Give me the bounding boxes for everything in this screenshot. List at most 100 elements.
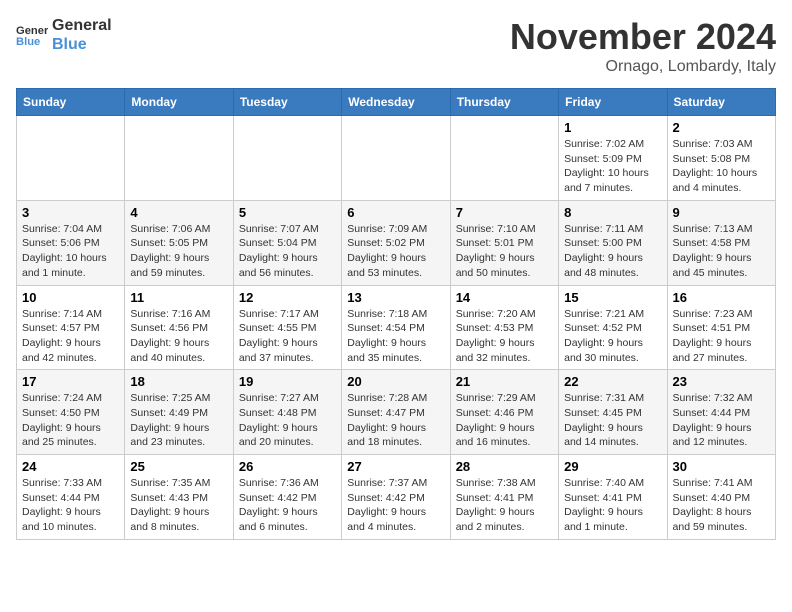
logo: General Blue General Blue	[16, 16, 112, 54]
weekday-header: Saturday	[667, 89, 775, 116]
day-number: 5	[239, 205, 336, 220]
day-number: 8	[564, 205, 661, 220]
day-number: 16	[673, 290, 770, 305]
day-number: 17	[22, 374, 119, 389]
weekday-header: Sunday	[17, 89, 125, 116]
calendar-cell: 8 Sunrise: 7:11 AM Sunset: 5:00 PM Daylig…	[559, 200, 667, 285]
day-number: 1	[564, 120, 661, 135]
day-info: Sunrise: 7:35 AM Sunset: 4:43 PM Dayligh…	[130, 476, 227, 535]
day-info: Sunrise: 7:09 AM Sunset: 5:02 PM Dayligh…	[347, 222, 444, 281]
month-title: November 2024	[510, 16, 776, 58]
calendar-week-row: 1 Sunrise: 7:02 AM Sunset: 5:09 PM Daylig…	[17, 116, 776, 201]
day-number: 27	[347, 459, 444, 474]
day-info: Sunrise: 7:25 AM Sunset: 4:49 PM Dayligh…	[130, 391, 227, 450]
calendar-cell: 19Sunrise: 7:27 AM Sunset: 4:48 PM Dayli…	[233, 370, 341, 455]
day-info: Sunrise: 7:02 AM Sunset: 5:09 PM Dayligh…	[564, 137, 661, 196]
day-info: Sunrise: 7:28 AM Sunset: 4:47 PM Dayligh…	[347, 391, 444, 450]
day-info: Sunrise: 7:06 AM Sunset: 5:05 PM Dayligh…	[130, 222, 227, 281]
header: General Blue General Blue November 2024 …	[16, 16, 776, 76]
calendar-cell: 15 Sunrise: 7:21 AM Sunset: 4:52 PM Dayli…	[559, 285, 667, 370]
calendar-cell: 6 Sunrise: 7:09 AM Sunset: 5:02 PM Daylig…	[342, 200, 450, 285]
svg-text:General: General	[16, 25, 48, 37]
day-info: Sunrise: 7:31 AM Sunset: 4:45 PM Dayligh…	[564, 391, 661, 450]
day-number: 25	[130, 459, 227, 474]
day-info: Sunrise: 7:36 AM Sunset: 4:42 PM Dayligh…	[239, 476, 336, 535]
day-info: Sunrise: 7:07 AM Sunset: 5:04 PM Dayligh…	[239, 222, 336, 281]
day-info: Sunrise: 7:13 AM Sunset: 4:58 PM Dayligh…	[673, 222, 770, 281]
day-number: 28	[456, 459, 553, 474]
day-number: 20	[347, 374, 444, 389]
calendar-cell: 5 Sunrise: 7:07 AM Sunset: 5:04 PM Daylig…	[233, 200, 341, 285]
calendar-week-row: 3Sunrise: 7:04 AM Sunset: 5:06 PM Daylig…	[17, 200, 776, 285]
day-number: 15	[564, 290, 661, 305]
calendar-cell: 20 Sunrise: 7:28 AM Sunset: 4:47 PM Dayli…	[342, 370, 450, 455]
day-number: 29	[564, 459, 661, 474]
logo-line2: Blue	[52, 35, 112, 54]
day-info: Sunrise: 7:32 AM Sunset: 4:44 PM Dayligh…	[673, 391, 770, 450]
calendar-cell: 29 Sunrise: 7:40 AM Sunset: 4:41 PM Dayli…	[559, 455, 667, 540]
calendar-cell: 30 Sunrise: 7:41 AM Sunset: 4:40 PM Dayli…	[667, 455, 775, 540]
day-info: Sunrise: 7:40 AM Sunset: 4:41 PM Dayligh…	[564, 476, 661, 535]
svg-text:Blue: Blue	[16, 36, 40, 48]
calendar-cell	[233, 116, 341, 201]
day-number: 14	[456, 290, 553, 305]
calendar-cell: 26 Sunrise: 7:36 AM Sunset: 4:42 PM Dayli…	[233, 455, 341, 540]
calendar-cell: 17Sunrise: 7:24 AM Sunset: 4:50 PM Dayli…	[17, 370, 125, 455]
day-info: Sunrise: 7:11 AM Sunset: 5:00 PM Dayligh…	[564, 222, 661, 281]
day-number: 30	[673, 459, 770, 474]
calendar-cell: 13 Sunrise: 7:18 AM Sunset: 4:54 PM Dayli…	[342, 285, 450, 370]
calendar-cell: 22 Sunrise: 7:31 AM Sunset: 4:45 PM Dayli…	[559, 370, 667, 455]
calendar-week-row: 10Sunrise: 7:14 AM Sunset: 4:57 PM Dayli…	[17, 285, 776, 370]
day-info: Sunrise: 7:20 AM Sunset: 4:53 PM Dayligh…	[456, 307, 553, 366]
day-info: Sunrise: 7:18 AM Sunset: 4:54 PM Dayligh…	[347, 307, 444, 366]
calendar-cell: 7 Sunrise: 7:10 AM Sunset: 5:01 PM Daylig…	[450, 200, 558, 285]
day-info: Sunrise: 7:29 AM Sunset: 4:46 PM Dayligh…	[456, 391, 553, 450]
day-info: Sunrise: 7:16 AM Sunset: 4:56 PM Dayligh…	[130, 307, 227, 366]
calendar-cell: 11Sunrise: 7:16 AM Sunset: 4:56 PM Dayli…	[125, 285, 233, 370]
day-number: 6	[347, 205, 444, 220]
weekday-header: Monday	[125, 89, 233, 116]
day-number: 12	[239, 290, 336, 305]
day-number: 10	[22, 290, 119, 305]
weekday-header: Wednesday	[342, 89, 450, 116]
calendar-week-row: 24Sunrise: 7:33 AM Sunset: 4:44 PM Dayli…	[17, 455, 776, 540]
calendar-cell: 10Sunrise: 7:14 AM Sunset: 4:57 PM Dayli…	[17, 285, 125, 370]
calendar-cell: 1 Sunrise: 7:02 AM Sunset: 5:09 PM Daylig…	[559, 116, 667, 201]
calendar-cell	[450, 116, 558, 201]
day-number: 2	[673, 120, 770, 135]
day-number: 7	[456, 205, 553, 220]
calendar-cell: 9 Sunrise: 7:13 AM Sunset: 4:58 PM Daylig…	[667, 200, 775, 285]
day-info: Sunrise: 7:21 AM Sunset: 4:52 PM Dayligh…	[564, 307, 661, 366]
calendar-cell: 14 Sunrise: 7:20 AM Sunset: 4:53 PM Dayli…	[450, 285, 558, 370]
calendar-cell: 16 Sunrise: 7:23 AM Sunset: 4:51 PM Dayli…	[667, 285, 775, 370]
calendar-cell: 23 Sunrise: 7:32 AM Sunset: 4:44 PM Dayli…	[667, 370, 775, 455]
day-number: 26	[239, 459, 336, 474]
calendar-cell: 18Sunrise: 7:25 AM Sunset: 4:49 PM Dayli…	[125, 370, 233, 455]
calendar-cell: 25 Sunrise: 7:35 AM Sunset: 4:43 PM Dayli…	[125, 455, 233, 540]
day-number: 9	[673, 205, 770, 220]
day-number: 13	[347, 290, 444, 305]
day-info: Sunrise: 7:04 AM Sunset: 5:06 PM Dayligh…	[22, 222, 119, 281]
day-info: Sunrise: 7:10 AM Sunset: 5:01 PM Dayligh…	[456, 222, 553, 281]
calendar-cell	[342, 116, 450, 201]
day-info: Sunrise: 7:38 AM Sunset: 4:41 PM Dayligh…	[456, 476, 553, 535]
day-info: Sunrise: 7:41 AM Sunset: 4:40 PM Dayligh…	[673, 476, 770, 535]
day-number: 23	[673, 374, 770, 389]
calendar-cell: 2 Sunrise: 7:03 AM Sunset: 5:08 PM Daylig…	[667, 116, 775, 201]
calendar-cell: 28 Sunrise: 7:38 AM Sunset: 4:41 PM Dayli…	[450, 455, 558, 540]
day-number: 22	[564, 374, 661, 389]
calendar-cell: 3Sunrise: 7:04 AM Sunset: 5:06 PM Daylig…	[17, 200, 125, 285]
day-info: Sunrise: 7:23 AM Sunset: 4:51 PM Dayligh…	[673, 307, 770, 366]
day-info: Sunrise: 7:17 AM Sunset: 4:55 PM Dayligh…	[239, 307, 336, 366]
day-info: Sunrise: 7:03 AM Sunset: 5:08 PM Dayligh…	[673, 137, 770, 196]
weekday-header-row: SundayMondayTuesdayWednesdayThursdayFrid…	[17, 89, 776, 116]
day-info: Sunrise: 7:37 AM Sunset: 4:42 PM Dayligh…	[347, 476, 444, 535]
day-info: Sunrise: 7:27 AM Sunset: 4:48 PM Dayligh…	[239, 391, 336, 450]
calendar-cell	[17, 116, 125, 201]
logo-line1: General	[52, 16, 112, 35]
day-number: 21	[456, 374, 553, 389]
day-number: 24	[22, 459, 119, 474]
weekday-header: Friday	[559, 89, 667, 116]
calendar-table: SundayMondayTuesdayWednesdayThursdayFrid…	[16, 88, 776, 540]
logo-icon: General Blue	[16, 21, 48, 49]
